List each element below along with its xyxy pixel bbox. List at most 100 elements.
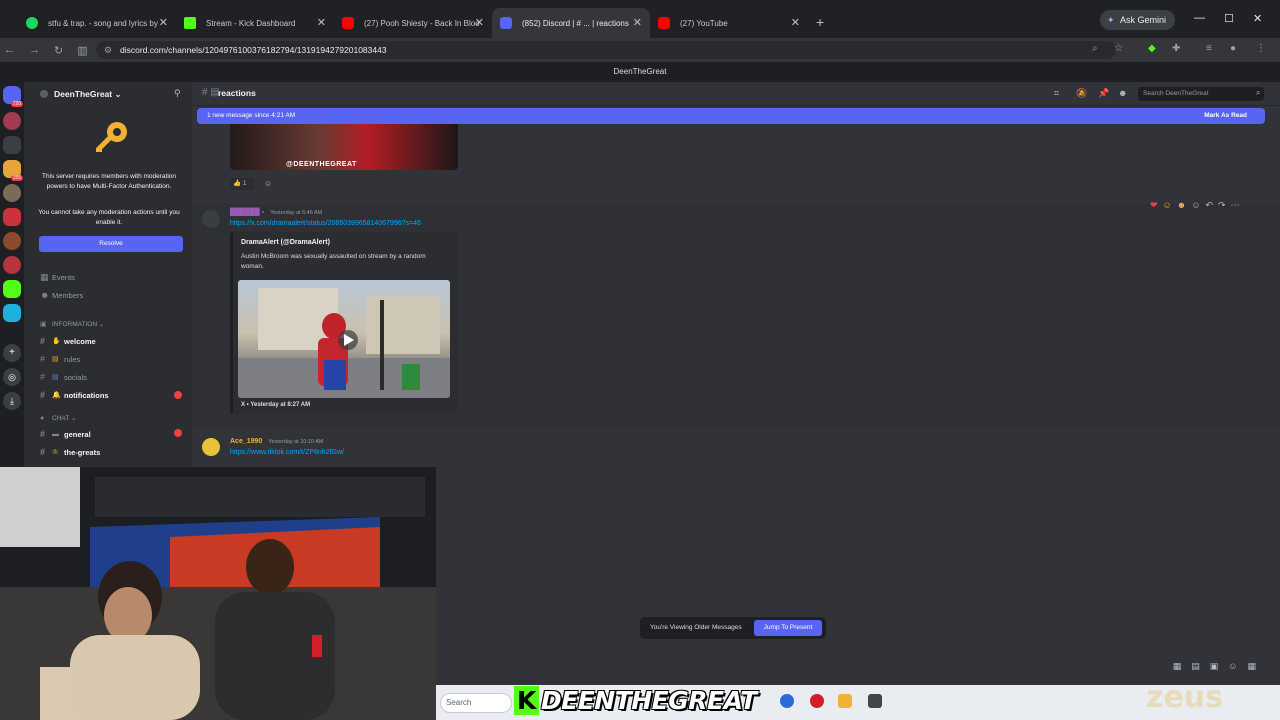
browser-tab-bar: stfu & trap. - song and lyrics by ✕ Stre…: [0, 0, 1280, 38]
search-input[interactable]: Search DeenTheGreat: [1138, 87, 1264, 101]
ask-gemini-button[interactable]: Ask Gemini: [1100, 10, 1176, 30]
kick-icon: [184, 17, 196, 29]
reaction-pill[interactable]: 👍 1: [230, 178, 254, 190]
image-caption: @DEENTHEGREAT: [286, 161, 357, 168]
invite-icon[interactable]: ⚲: [174, 88, 181, 99]
message-action-bar[interactable]: ❤☺☻☺↶↷⋯: [1150, 200, 1245, 211]
events-link[interactable]: ▦ Events: [40, 272, 75, 283]
jump-to-present-button[interactable]: Jump To Present: [754, 620, 822, 636]
message-link[interactable]: https://www.tiktok.com/t/ZP8nh2fGw/: [230, 449, 344, 456]
message-author[interactable]: Ace_1990 Yesterday at 10:10 AM: [230, 438, 323, 445]
avatar[interactable]: [202, 438, 220, 456]
bookmark-star-icon[interactable]: ☆: [1114, 43, 1123, 54]
members-link[interactable]: ☻ Members: [40, 290, 83, 300]
close-tab-icon[interactable]: ✕: [475, 16, 484, 29]
channel-rules[interactable]: # ▤ rules: [40, 354, 80, 364]
discord-home-icon[interactable]: 720: [3, 86, 23, 107]
sidebar-icon[interactable]: ▥: [77, 44, 87, 57]
back-icon[interactable]: ←: [4, 44, 15, 56]
category-information[interactable]: ▣ INFORMATION ⌄: [40, 320, 104, 329]
tab-kick-dashboard[interactable]: Stream - Kick Dashboard ✕: [176, 8, 334, 38]
server-icon[interactable]: [3, 136, 21, 154]
heart-reaction-icon: ❤: [1150, 200, 1163, 210]
close-tab-icon[interactable]: ✕: [791, 16, 800, 29]
zeus-watermark: zeus: [1146, 680, 1224, 715]
profile-icon[interactable]: ●: [1230, 43, 1236, 54]
apps-icon: ▦: [1247, 661, 1266, 671]
tab-search-icon[interactable]: ≡: [1206, 43, 1212, 54]
avatar[interactable]: [202, 210, 220, 228]
member-list-icon[interactable]: ☻: [1118, 88, 1127, 98]
threads-icon[interactable]: ⌗: [1054, 88, 1059, 99]
channel-notifications[interactable]: # 🔔 notifications: [40, 390, 109, 400]
maximize-icon[interactable]: ☐: [1224, 12, 1234, 25]
discover-icon[interactable]: ◎: [3, 368, 21, 386]
server-icon[interactable]: [3, 232, 21, 250]
server-name[interactable]: DeenTheGreat ⌄: [40, 89, 122, 100]
channel-general[interactable]: # ▬ general: [40, 429, 91, 439]
composer-toolbar[interactable]: ▦▤▣☺▦: [1173, 661, 1266, 672]
channel-socials[interactable]: # ▤ socials: [40, 372, 87, 382]
channel-the-greats[interactable]: # ♔ the-greats: [40, 447, 100, 457]
site-info-icon[interactable]: ⚙: [104, 41, 112, 59]
unread-badge: [174, 391, 182, 399]
attachment-image[interactable]: @DEENTHEGREAT: [230, 124, 458, 170]
mute-icon[interactable]: 🔕: [1076, 88, 1087, 99]
message-link[interactable]: https://x.com/dramaalert/status/20850399…: [230, 220, 421, 227]
zoom-icon[interactable]: ⌕: [1092, 43, 1098, 54]
server-icon[interactable]: 155: [3, 160, 23, 181]
tab-discord[interactable]: (852) Discord | # ... | reactions ✕: [492, 8, 650, 38]
url-field[interactable]: ⚙ discord.com/channels/12049761003761827…: [96, 41, 1116, 59]
channel-name: reactions: [218, 88, 256, 98]
server-icon[interactable]: [3, 184, 21, 202]
message-author[interactable]: ██████ ▪ Yesterday at 6:46 AM: [230, 209, 322, 216]
close-window-icon[interactable]: ✕: [1253, 12, 1262, 25]
server-icon[interactable]: [3, 256, 21, 274]
app-icon[interactable]: [868, 694, 882, 708]
server-icon[interactable]: [3, 208, 21, 226]
app-icon[interactable]: [810, 694, 824, 708]
minimize-icon[interactable]: —: [1194, 12, 1205, 24]
pin-icon[interactable]: 📌: [1098, 88, 1109, 99]
extensions-puzzle-icon[interactable]: ✚: [1172, 43, 1180, 54]
server-icon[interactable]: [3, 304, 21, 322]
tab-youtube[interactable]: (27) YouTube ✕: [650, 8, 808, 38]
folder-icon[interactable]: [838, 694, 852, 708]
mark-as-read-button[interactable]: Mark As Read: [1204, 108, 1247, 124]
channel-sidebar: DeenTheGreat ⌄ ⚲ This server requires me…: [24, 82, 192, 467]
download-icon[interactable]: ⤓: [3, 392, 21, 410]
menu-icon[interactable]: ⋮: [1256, 43, 1266, 54]
calendar-icon: ▦: [40, 272, 49, 282]
steam-icon[interactable]: [780, 694, 794, 708]
emoji-reaction-icon: ☻: [1176, 200, 1192, 210]
channel-welcome[interactable]: # ✋ welcome: [40, 336, 96, 346]
add-reaction-icon[interactable]: ☺: [264, 179, 272, 188]
discord-icon: [500, 17, 512, 29]
youtube-icon: [658, 17, 670, 29]
emoji-icon: ☺: [1228, 661, 1248, 671]
add-server-icon[interactable]: +: [3, 344, 21, 362]
close-tab-icon[interactable]: ✕: [159, 16, 168, 29]
kick-logo-icon: K: [514, 686, 539, 715]
server-icon[interactable]: [3, 280, 21, 298]
server-icon[interactable]: [3, 112, 21, 130]
tab-youtube-video[interactable]: (27) Pooh Shiesty - Back In Bloo ✕: [334, 8, 492, 38]
gift-icon: ▦: [1172, 661, 1192, 671]
resolve-button[interactable]: Resolve: [39, 236, 183, 252]
new-messages-banner[interactable]: 1 new message since 4:21 AM Mark As Read: [197, 108, 1265, 124]
close-tab-icon[interactable]: ✕: [633, 16, 642, 29]
close-tab-icon[interactable]: ✕: [317, 16, 326, 29]
tab-title: (852) Discord | # ... | reactions: [522, 18, 629, 28]
category-chat[interactable]: ● CHAT ⌄: [40, 414, 76, 423]
message-timestamp: Yesterday at 10:10 AM: [268, 439, 324, 445]
embed-video-thumbnail[interactable]: [238, 280, 450, 398]
key-icon: [95, 122, 127, 152]
tab-spotify[interactable]: stfu & trap. - song and lyrics by ✕: [18, 8, 176, 38]
new-tab-button[interactable]: +: [816, 14, 824, 30]
embed-author[interactable]: DramaAlert (@DramaAlert): [241, 239, 330, 246]
extension-icon[interactable]: ◆: [1148, 43, 1156, 54]
channel-header: # ▤ reactions ⌗ 🔕 📌 ☻ Search DeenTheGrea…: [192, 82, 1280, 106]
reload-icon[interactable]: ↻: [54, 44, 63, 57]
forward-icon[interactable]: →: [29, 44, 40, 56]
taskbar-search-input[interactable]: Search: [440, 693, 512, 713]
